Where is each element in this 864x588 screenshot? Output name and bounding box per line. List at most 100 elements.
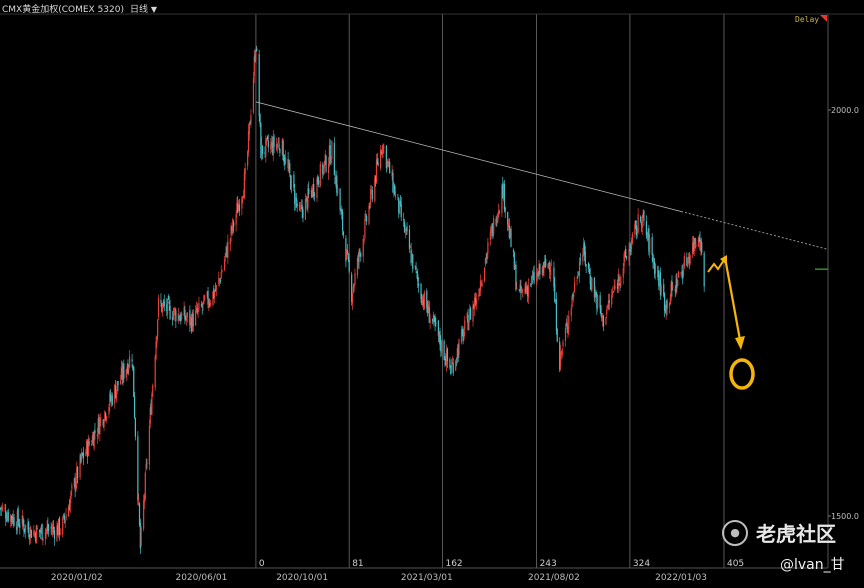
candle-body <box>111 395 113 405</box>
candle-body <box>44 531 47 539</box>
candle-body <box>22 518 24 524</box>
candle-body <box>140 527 142 546</box>
candle-body <box>348 259 350 272</box>
candle-body <box>144 472 146 499</box>
candle-body <box>449 359 451 368</box>
candle-body <box>278 143 280 148</box>
price-chart[interactable]: 0 81 162 243 324 4052000.01500.02020/01/02 202… <box>0 0 864 584</box>
candle-body <box>701 242 703 253</box>
candle-body <box>597 296 599 308</box>
candle-body <box>62 518 64 535</box>
candle-body <box>17 508 19 523</box>
candle-body <box>279 148 281 153</box>
candle-body <box>363 239 365 242</box>
period-selector[interactable]: 日线 ▼ <box>130 2 157 15</box>
candle-body <box>76 466 79 479</box>
candle-body <box>64 520 66 523</box>
candle-body <box>63 515 65 520</box>
candle-body <box>687 259 689 268</box>
candle-body <box>333 142 335 176</box>
candle-body <box>443 340 445 360</box>
candle-body <box>579 258 581 261</box>
candle-body <box>497 213 499 222</box>
candle-body <box>293 174 295 188</box>
candle-body <box>573 294 575 297</box>
bar-count-label: 324 <box>633 559 650 569</box>
candle-body <box>683 256 685 267</box>
candle-body <box>612 291 614 292</box>
candle-body <box>645 221 647 236</box>
candle-body <box>611 291 614 295</box>
candle-body <box>250 114 252 123</box>
candle-body <box>166 299 169 315</box>
candle-body <box>570 308 572 316</box>
candle-body <box>203 295 205 304</box>
candle-body <box>429 319 431 323</box>
candle-body <box>94 430 96 434</box>
candle-body <box>479 280 482 291</box>
candle-body <box>215 285 217 291</box>
candle-body <box>672 285 674 288</box>
candle-body <box>137 436 139 500</box>
candle-body <box>88 441 90 445</box>
candle-body <box>640 216 642 222</box>
candle-body <box>259 113 261 124</box>
candle-body <box>365 216 368 222</box>
candle-body <box>331 140 333 159</box>
candle-body <box>173 307 175 315</box>
candle-body <box>576 279 578 281</box>
candle-body <box>383 147 385 148</box>
candle-body <box>45 529 47 533</box>
candle-body <box>484 258 487 265</box>
candle-body <box>299 205 301 207</box>
candle-body <box>294 196 297 208</box>
candle-body <box>75 484 77 491</box>
candle-body <box>371 189 373 200</box>
candle-body <box>148 425 151 465</box>
candle-body <box>169 305 171 320</box>
candle-body <box>24 524 27 532</box>
candle-body <box>364 219 366 239</box>
candle-body <box>697 237 699 247</box>
candle-body <box>450 370 452 374</box>
candle-body <box>463 332 465 339</box>
candle-body <box>175 310 177 322</box>
candle-body <box>703 253 705 287</box>
candle-body <box>561 349 563 356</box>
candle-body <box>634 224 636 235</box>
period-label: 日线 <box>130 4 149 15</box>
candle-body <box>341 211 344 231</box>
candle-body <box>602 315 605 327</box>
candle-body <box>376 159 378 163</box>
candle-body <box>154 356 156 388</box>
candle-body <box>464 320 466 330</box>
candle-body <box>568 315 570 329</box>
chart-area[interactable]: 0 81 162 243 324 405 2000.0 1500.0 2020/01/02 202… <box>0 0 864 584</box>
candle-body <box>504 207 506 212</box>
candle-body <box>397 194 399 196</box>
candle-body <box>151 394 153 415</box>
candle-body <box>290 175 293 192</box>
candle-body <box>337 187 339 194</box>
candle-body <box>403 219 405 221</box>
candle-body <box>258 54 260 116</box>
axis-labels: 0 81 162 243 324 4052000.01500.02020/01/02 202… <box>51 106 859 583</box>
candle-body <box>103 422 105 427</box>
candle-body <box>399 200 401 205</box>
candle-body <box>409 247 411 249</box>
candle-body <box>163 301 165 307</box>
candle-body <box>91 444 93 445</box>
candle-body <box>214 292 216 297</box>
candle-body <box>5 510 7 519</box>
candle-body <box>304 198 307 220</box>
candle-body <box>369 206 371 208</box>
candle-body <box>296 203 298 207</box>
candle-body <box>521 290 524 292</box>
candle-body <box>273 136 275 148</box>
candle-body <box>417 283 420 286</box>
candle-body <box>138 500 140 502</box>
candle-body <box>227 241 229 258</box>
candle-body <box>353 284 355 289</box>
candle-body <box>600 305 602 315</box>
trendline <box>255 101 829 250</box>
